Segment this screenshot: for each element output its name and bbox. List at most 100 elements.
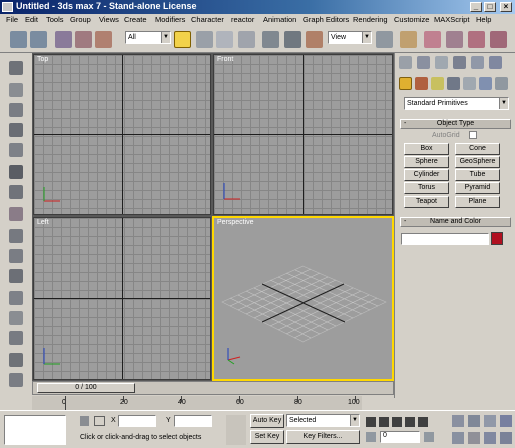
current-frame-field[interactable]: 0 [380, 431, 420, 443]
menu-edit[interactable]: Edit [25, 15, 38, 24]
menu-modifiers[interactable]: Modifiers [155, 15, 185, 24]
select-by-name-icon[interactable] [196, 31, 213, 48]
torus-button[interactable]: Torus [404, 182, 449, 194]
lights-icon[interactable] [431, 77, 444, 90]
tool-13-icon[interactable] [9, 311, 23, 325]
tool-2-icon[interactable] [9, 83, 23, 97]
utilities-tab-icon[interactable] [489, 56, 502, 69]
select-link-icon[interactable] [55, 31, 72, 48]
primitive-category-dropdown[interactable]: Standard Primitives ▼ [404, 97, 509, 110]
x-coordinate-field[interactable] [118, 415, 156, 427]
menu-views[interactable]: Views [99, 15, 119, 24]
field-of-view-icon[interactable] [452, 432, 464, 444]
tube-button[interactable]: Tube [455, 169, 500, 181]
zoom-extents-all-icon[interactable] [500, 415, 512, 427]
menu-animation[interactable]: Animation [263, 15, 296, 24]
auto-key-button[interactable]: Auto Key [250, 414, 284, 428]
tool-5-icon[interactable] [9, 143, 23, 157]
tool-6-icon[interactable] [9, 165, 23, 179]
name-and-color-rollout[interactable]: - Name and Color [400, 217, 511, 227]
object-type-rollout[interactable]: - Object Type [400, 119, 511, 129]
object-color-swatch[interactable] [491, 232, 503, 245]
geometry-icon[interactable] [399, 77, 412, 90]
teapot-button[interactable]: Teapot [404, 196, 449, 208]
sphere-button[interactable]: Sphere [404, 156, 449, 168]
hierarchy-tab-icon[interactable] [435, 56, 448, 69]
minimize-button[interactable]: _ [470, 2, 482, 12]
key-mode-toggle-icon[interactable] [366, 432, 376, 442]
menu-group[interactable]: Group [70, 15, 91, 24]
box-button[interactable]: Box [404, 143, 449, 155]
autogrid-checkbox[interactable] [469, 131, 477, 139]
track-bar[interactable]: 0 20 40 60 80 100 [32, 396, 362, 410]
maxscript-listener-box[interactable] [4, 415, 66, 445]
unlink-icon[interactable] [75, 31, 92, 48]
tool-7-icon[interactable] [9, 185, 23, 199]
zoom-all-icon[interactable] [468, 415, 480, 427]
percent-snap-icon[interactable] [468, 31, 485, 48]
angle-snap-icon[interactable] [446, 31, 463, 48]
y-coordinate-field[interactable] [174, 415, 212, 427]
systems-icon[interactable] [495, 77, 508, 90]
play-icon[interactable] [392, 417, 402, 427]
scale-icon[interactable] [306, 31, 323, 48]
maximize-viewport-icon[interactable] [500, 432, 512, 444]
cylinder-button[interactable]: Cylinder [404, 169, 449, 181]
pyramid-button[interactable]: Pyramid [455, 182, 500, 194]
lock-icon[interactable] [80, 416, 89, 426]
menu-maxscript[interactable]: MAXScript [434, 15, 469, 24]
spinner-snap-icon[interactable] [490, 31, 507, 48]
modify-tab-icon[interactable] [417, 56, 430, 69]
viewport-left[interactable]: Left [33, 217, 211, 380]
rectangular-selection-icon[interactable] [216, 31, 233, 48]
go-to-start-icon[interactable] [366, 417, 376, 427]
cone-button[interactable]: Cone [455, 143, 500, 155]
snaps-toggle-icon[interactable] [424, 31, 441, 48]
tool-16-icon[interactable] [9, 373, 23, 387]
helpers-icon[interactable] [463, 77, 476, 90]
pan-icon[interactable] [468, 432, 480, 444]
select-manipulate-icon[interactable] [400, 31, 417, 48]
menu-create[interactable]: Create [124, 15, 147, 24]
zoom-icon[interactable] [452, 415, 464, 427]
cameras-icon[interactable] [447, 77, 460, 90]
menu-file[interactable]: File [6, 15, 18, 24]
time-configuration-icon[interactable] [424, 432, 434, 442]
app-icon[interactable] [2, 2, 13, 12]
reference-coordinate-dropdown[interactable]: View ▼ [328, 31, 372, 44]
tool-14-icon[interactable] [9, 331, 23, 345]
tool-8-icon[interactable] [9, 207, 23, 221]
pivot-center-icon[interactable] [376, 31, 393, 48]
tool-10-icon[interactable] [9, 249, 23, 263]
key-filters-button[interactable]: Key Filters... [286, 430, 360, 444]
motion-tab-icon[interactable] [453, 56, 466, 69]
menu-rendering[interactable]: Rendering [353, 15, 388, 24]
space-warps-icon[interactable] [479, 77, 492, 90]
viewport-top[interactable]: Top [33, 54, 211, 215]
tool-9-icon[interactable] [9, 229, 23, 243]
create-tab-icon[interactable] [399, 56, 412, 69]
menu-customize[interactable]: Customize [394, 15, 429, 24]
object-name-field[interactable] [401, 233, 489, 245]
tool-4-icon[interactable] [9, 123, 23, 137]
next-frame-icon[interactable] [405, 417, 415, 427]
undo-icon[interactable] [10, 31, 27, 48]
arc-rotate-icon[interactable] [484, 432, 496, 444]
absolute-mode-icon[interactable] [94, 416, 105, 426]
plane-button[interactable]: Plane [455, 196, 500, 208]
viewport-front-label[interactable]: Front [217, 56, 233, 63]
tool-3-icon[interactable] [9, 103, 23, 117]
redo-icon[interactable] [30, 31, 47, 48]
close-button[interactable]: × [500, 2, 512, 12]
menu-tools[interactable]: Tools [46, 15, 64, 24]
geosphere-button[interactable]: GeoSphere [455, 156, 500, 168]
viewport-front[interactable]: Front [213, 54, 393, 215]
time-slider[interactable]: 0 / 100 [37, 383, 135, 393]
key-mode-icon[interactable] [226, 415, 246, 445]
previous-frame-icon[interactable] [379, 417, 389, 427]
select-object-icon[interactable] [174, 31, 191, 48]
tool-11-icon[interactable] [9, 269, 23, 283]
zoom-extents-icon[interactable] [484, 415, 496, 427]
viewport-left-label[interactable]: Left [37, 219, 49, 226]
rotate-icon[interactable] [284, 31, 301, 48]
